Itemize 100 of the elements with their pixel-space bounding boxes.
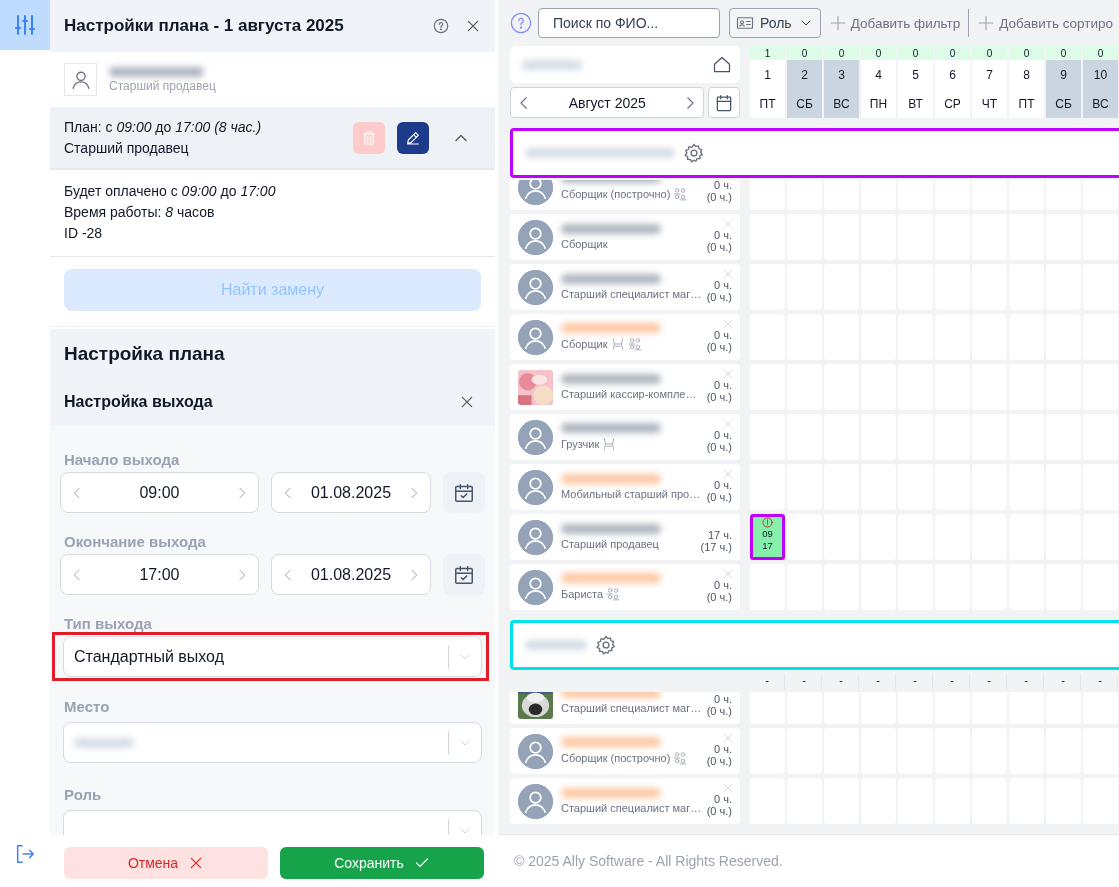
day-count: 0 — [861, 46, 896, 60]
employee-role: Грузчик — [561, 438, 600, 450]
field-label: Тип выхода — [63, 615, 153, 632]
hours-planned: (0 ч.) — [706, 441, 732, 453]
close-icon[interactable] — [459, 394, 475, 410]
hours-planned: (0 ч.) — [706, 341, 732, 353]
settings-icon[interactable] — [683, 142, 705, 164]
hours-planned: (0 ч.) — [706, 591, 732, 603]
pencil-icon[interactable] — [405, 129, 421, 146]
hours-planned: (0 ч.) — [706, 191, 732, 203]
calendar-button[interactable] — [443, 554, 485, 595]
filter-button[interactable] — [0, 0, 50, 50]
detail-line: ID -28 — [64, 224, 104, 243]
employee-role: Старший специалист маг… — [561, 288, 702, 300]
home-icon[interactable] — [712, 54, 732, 75]
summary-cell: - — [972, 674, 1007, 690]
employee-card[interactable]: Сборщик (построчно) 0 ч. (0 ч.) — [510, 180, 740, 210]
day-count: 1 — [750, 46, 785, 60]
hours-worked: 0 ч. — [714, 229, 732, 241]
select-field[interactable]: Стандартный выход — [63, 636, 482, 677]
employee-card[interactable]: Грузчик 0 ч. (0 ч.) — [510, 414, 740, 460]
remove-icon[interactable] — [722, 468, 734, 480]
day-count: 0 — [1046, 46, 1081, 60]
subsection-title: Настройка выхода — [64, 393, 213, 411]
hours-planned: (0 ч.) — [706, 391, 732, 403]
trash-icon[interactable] — [361, 129, 377, 146]
hours-worked: 0 ч. — [714, 693, 732, 705]
remove-icon[interactable] — [722, 782, 734, 794]
detail-line: Время работы: 8 часов — [64, 203, 216, 222]
day-count: 0 — [935, 46, 970, 60]
help-icon[interactable] — [433, 18, 449, 34]
field-label: Роль — [63, 786, 103, 803]
employee-card[interactable]: Сборщик (построчно) 0 ч. (0 ч.) — [510, 728, 740, 774]
detail-line: Будет оплачено с 09:00 до 17:00 — [64, 182, 277, 201]
calendar-check-icon[interactable] — [453, 563, 475, 586]
employee-card[interactable]: Бариста 0 ч. (0 ч.) — [510, 564, 740, 610]
search-field[interactable]: Поиск по ФИО... — [538, 8, 720, 38]
employee-card[interactable]: Старший продавец 17 ч. (17 ч.) — [510, 514, 740, 560]
remove-icon[interactable] — [722, 318, 734, 330]
hours-worked: 0 ч. — [714, 479, 732, 491]
remove-icon[interactable] — [722, 268, 734, 280]
group-header[interactable] — [510, 128, 1119, 178]
add-sort-button[interactable]: Добавить сортиро — [975, 14, 1116, 32]
field-label: Окончание выхода — [63, 533, 207, 550]
shift-start: 09 — [762, 528, 773, 540]
weekday: СР — [943, 95, 962, 113]
employee-role: Мобильный старший про… — [561, 488, 701, 500]
role-filter-button[interactable]: Роль — [729, 8, 821, 38]
weekday: ПТ — [1017, 95, 1036, 113]
remove-icon[interactable] — [722, 418, 734, 430]
day-count: 0 — [898, 46, 933, 60]
filter-sliders-icon[interactable] — [13, 13, 37, 37]
hours-planned: (0 ч.) — [706, 491, 732, 503]
remove-icon[interactable] — [722, 568, 734, 580]
shift-end: 17 — [762, 540, 773, 552]
add-filter-button[interactable]: Добавить фильтр — [826, 14, 963, 32]
employee-role: Старший кассир-компле… — [561, 388, 697, 400]
summary-cell: - — [898, 674, 933, 690]
employee-role: Сборщик (построчно) — [561, 752, 671, 764]
weekday: СБ — [1046, 89, 1081, 118]
remove-icon[interactable] — [722, 732, 734, 744]
help-icon[interactable] — [510, 12, 532, 34]
cancel-button[interactable]: Отмена — [64, 847, 268, 879]
month-selector[interactable]: Август 2025 — [510, 87, 705, 118]
hours-planned: (0 ч.) — [706, 705, 732, 717]
employee-card[interactable]: Сборщик 0 ч. (0 ч.) — [510, 314, 740, 360]
settings-icon[interactable] — [595, 634, 617, 656]
delete-button[interactable] — [353, 121, 385, 154]
weekday: ВТ — [907, 95, 924, 113]
shift-cell[interactable]: 09 17 — [750, 514, 785, 560]
calendar-button[interactable] — [443, 472, 485, 513]
employee-role: Бариста — [561, 588, 604, 600]
employee-role: Старший специалист маг… — [561, 802, 702, 814]
calendar-button[interactable] — [708, 87, 740, 118]
section-title: Настройка плана — [63, 342, 226, 366]
calendar-check-icon[interactable] — [453, 481, 475, 504]
day-count: 0 — [972, 46, 1007, 60]
employee-role: Старший специалист маг… — [561, 702, 702, 714]
day-number: 8 — [1022, 66, 1031, 84]
logout-icon[interactable] — [14, 843, 36, 865]
day-number: 7 — [985, 66, 994, 84]
remove-icon[interactable] — [722, 368, 734, 380]
select-field[interactable] — [63, 722, 482, 763]
close-icon[interactable] — [465, 18, 481, 34]
weekday: ЧТ — [980, 95, 999, 113]
weekday: СБ — [787, 89, 822, 118]
summary-cell: - — [787, 674, 822, 690]
summary-cell: - — [1083, 674, 1118, 690]
remove-icon[interactable] — [722, 218, 734, 230]
plus-icon — [828, 14, 847, 32]
summary-cell: - — [824, 674, 859, 690]
edit-button[interactable] — [397, 121, 429, 154]
day-count: 0 — [787, 46, 822, 60]
hours-planned: (0 ч.) — [706, 805, 732, 817]
employee-card[interactable]: Сборщик 0 ч. (0 ч.) — [510, 214, 740, 260]
day-number: 3 — [824, 60, 859, 89]
plus-icon — [977, 14, 996, 32]
hours-worked: 17 ч. — [707, 529, 732, 541]
summary-cell: - — [935, 674, 970, 690]
hours-worked: 0 ч. — [714, 379, 732, 391]
